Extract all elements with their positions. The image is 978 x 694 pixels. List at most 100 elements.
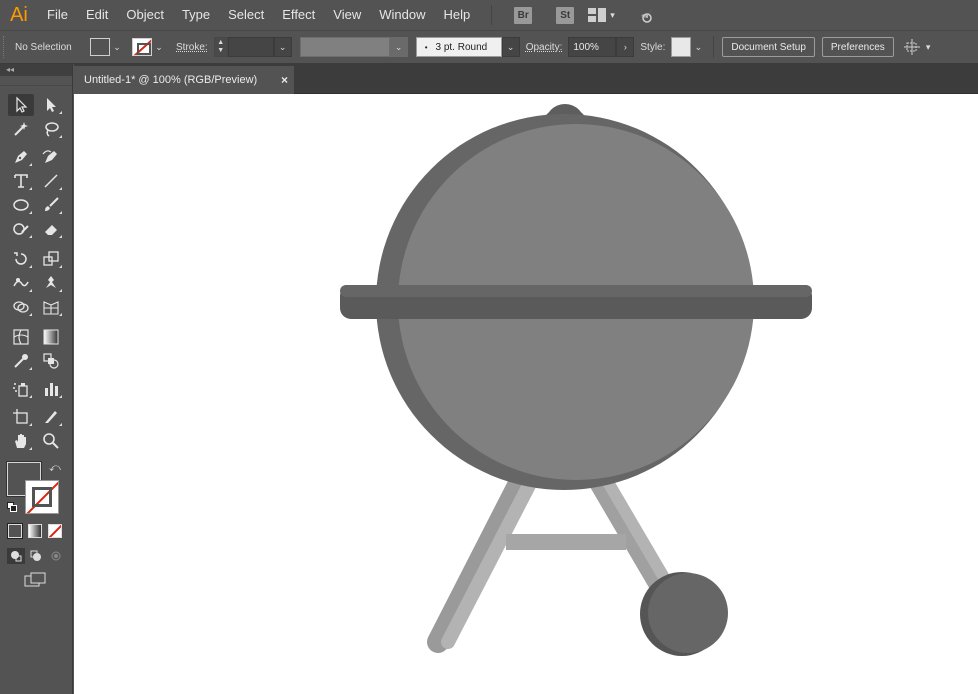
default-fill-stroke-button[interactable] — [7, 502, 17, 512]
line-tool[interactable] — [38, 170, 64, 192]
document-tab[interactable]: Untitled-1* @ 100% (RGB/Preview) × — [74, 66, 294, 94]
brush-definition-field[interactable]: • 3 pt. Round — [415, 37, 502, 57]
swap-fill-stroke-button[interactable]: ⤺ — [49, 462, 61, 475]
stroke-weight-stepper[interactable]: ▲ ▼ — [213, 37, 228, 57]
preferences-button[interactable]: Preferences — [821, 37, 894, 57]
menu-window[interactable]: Window — [370, 0, 434, 30]
rotate-tool[interactable] — [8, 248, 34, 270]
menu-type[interactable]: Type — [173, 0, 219, 30]
perspective-grid-tool[interactable] — [38, 296, 64, 318]
draw-inside-button[interactable] — [47, 548, 65, 564]
menu-help[interactable]: Help — [434, 0, 479, 30]
tool-flyout-indicator — [29, 187, 32, 190]
artboard-tool[interactable] — [8, 406, 34, 428]
blend-tool[interactable] — [38, 350, 64, 372]
puppet-warp-tool[interactable] — [38, 272, 64, 294]
chevron-right-icon: › — [623, 42, 627, 52]
warp-icon — [13, 278, 29, 287]
shaper-icon — [13, 223, 29, 235]
paintbrush-tool[interactable] — [38, 194, 64, 216]
draw-behind-icon — [30, 550, 41, 561]
zoom-tool[interactable] — [38, 430, 64, 452]
artboard-canvas[interactable] — [74, 94, 978, 694]
menu-effect[interactable]: Effect — [273, 0, 324, 30]
slice-tool[interactable] — [38, 406, 64, 428]
toolbox-collapse-button[interactable]: ◂◂ — [0, 64, 72, 76]
chevron-down-icon: ⌄ — [278, 41, 287, 52]
graphic-style-dropdown[interactable]: ⌄ — [691, 38, 705, 56]
type-tool[interactable] — [8, 170, 34, 192]
change-screen-mode-button[interactable] — [24, 572, 48, 588]
curvature-icon — [42, 150, 57, 163]
gradient-mode-button[interactable] — [28, 524, 42, 538]
draw-behind-button[interactable] — [27, 548, 45, 564]
tool-flyout-indicator — [59, 135, 62, 138]
gradient-tool[interactable] — [38, 326, 64, 348]
stroke-dropdown[interactable]: ⌄ — [152, 38, 166, 56]
illustrator-window: Ai File Edit Object Type Select Effect V… — [0, 0, 978, 694]
close-icon[interactable]: × — [281, 73, 288, 87]
stock-button[interactable]: St — [556, 6, 575, 24]
menu-edit[interactable]: Edit — [77, 0, 117, 30]
shaper-tool[interactable] — [8, 218, 34, 240]
tool-flyout-indicator — [29, 423, 32, 426]
graphic-style-swatch[interactable] — [671, 37, 692, 57]
style-label: Style: — [640, 41, 666, 53]
transform-icon — [903, 39, 920, 55]
stroke-weight-field[interactable] — [227, 37, 274, 57]
arrange-button[interactable]: ▾ — [903, 39, 930, 55]
column-graph-tool[interactable] — [38, 378, 64, 400]
color-mode-button[interactable] — [7, 523, 23, 539]
hand-tool[interactable] — [8, 430, 34, 452]
variable-width-profile[interactable] — [299, 37, 390, 57]
none-mode-button[interactable] — [48, 524, 62, 538]
curvature-tool[interactable] — [38, 146, 64, 168]
tool-flyout-indicator — [29, 447, 32, 450]
bridge-button[interactable]: Br — [514, 6, 533, 24]
ellipse-tool[interactable] — [8, 194, 34, 216]
screen-mode-icon — [24, 572, 46, 587]
eyedropper-icon — [14, 354, 28, 368]
arrange-documents-button[interactable]: ▾ — [588, 8, 615, 22]
opacity-slider-toggle[interactable]: › — [616, 37, 635, 57]
artboard-icon — [13, 409, 28, 424]
mesh-tool[interactable] — [8, 326, 34, 348]
scale-icon — [43, 251, 59, 266]
stroke-color-box[interactable] — [25, 480, 59, 514]
selection-status: No Selection — [15, 41, 72, 53]
tool-flyout-indicator — [29, 265, 32, 268]
gpu-performance-button[interactable] — [633, 6, 655, 24]
warp-tool[interactable] — [8, 272, 34, 294]
fill-swatch[interactable] — [90, 38, 110, 56]
scale-tool[interactable] — [38, 248, 64, 270]
document-setup-button[interactable]: Document Setup — [722, 37, 815, 57]
stroke-swatch[interactable] — [132, 38, 152, 56]
eraser-tool[interactable] — [38, 218, 64, 240]
menu-separator — [491, 5, 493, 25]
pen-tool[interactable] — [8, 146, 34, 168]
selection-tool-icon — [16, 96, 28, 113]
grill-crossbar — [506, 534, 626, 550]
brush-definition-dropdown[interactable]: ⌄ — [501, 37, 520, 57]
tool-flyout-indicator — [29, 289, 32, 292]
symbol-sprayer-icon — [13, 383, 28, 397]
eyedropper-tool[interactable] — [8, 350, 34, 372]
direct-selection-tool[interactable] — [38, 94, 64, 116]
lasso-tool[interactable] — [38, 118, 64, 140]
opacity-field[interactable]: 100% — [568, 37, 617, 57]
symbol-sprayer-tool[interactable] — [8, 378, 34, 400]
shape-builder-tool[interactable] — [8, 296, 34, 318]
toolbox-grip[interactable] — [0, 76, 72, 86]
magic-wand-tool[interactable] — [8, 118, 34, 140]
menu-file[interactable]: File — [38, 0, 77, 30]
control-bar-grip[interactable] — [3, 36, 9, 58]
menu-select[interactable]: Select — [219, 0, 273, 30]
stroke-weight-dropdown[interactable]: ⌄ — [273, 37, 292, 57]
menu-view[interactable]: View — [324, 0, 370, 30]
menu-object[interactable]: Object — [117, 0, 173, 30]
fill-dropdown[interactable]: ⌄ — [110, 38, 124, 56]
draw-normal-button[interactable] — [7, 548, 25, 564]
opacity-label: Opacity: — [525, 41, 563, 53]
selection-tool[interactable] — [8, 94, 34, 116]
variable-width-dropdown[interactable]: ⌄ — [389, 37, 408, 57]
